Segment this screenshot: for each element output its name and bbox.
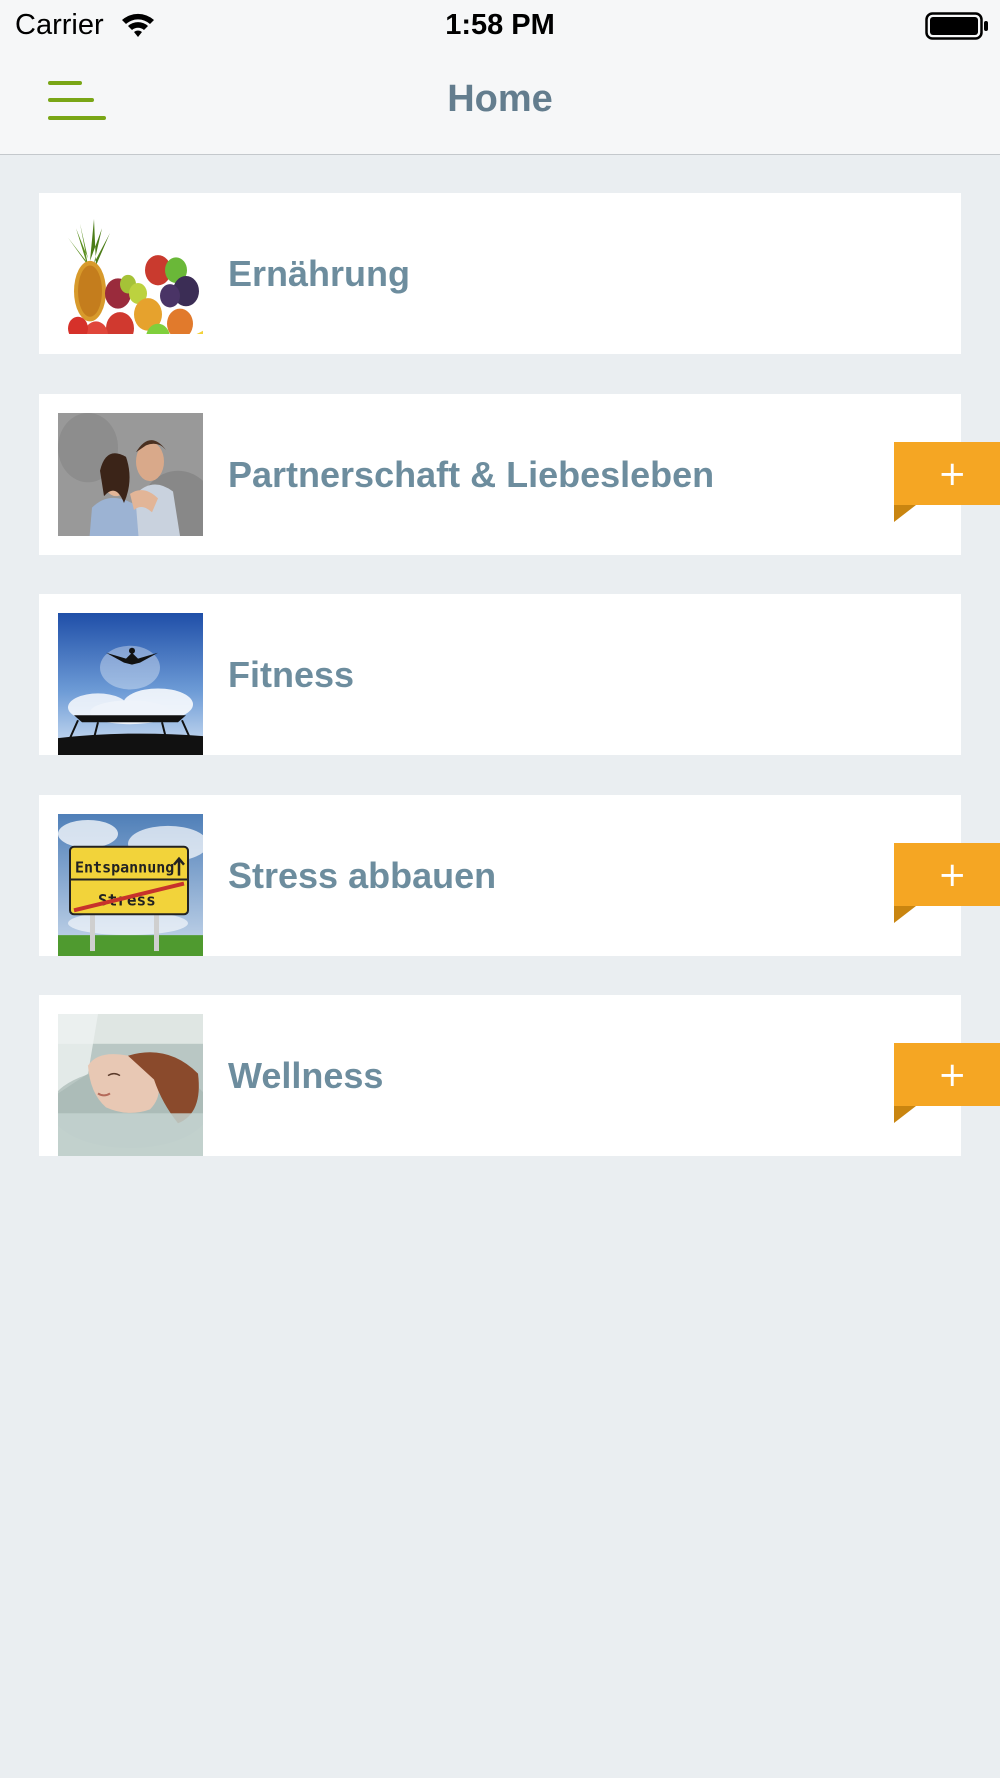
add-button[interactable]: +	[894, 828, 1000, 923]
battery-icon	[925, 12, 988, 40]
status-bar: Carrier 1:58 PM	[0, 0, 1000, 52]
svg-text:+: +	[938, 1055, 967, 1095]
bath-image	[58, 1014, 203, 1157]
stress-sign-image: Entspannung Stress	[58, 814, 203, 957]
category-card-wellness[interactable]: Wellness +	[39, 995, 1000, 1157]
category-label: Ernährung	[228, 253, 411, 294]
category-label: Partnerschaft & Liebesleben	[228, 454, 715, 495]
category-card-partnerschaft[interactable]: Partnerschaft & Liebesleben +	[39, 394, 1000, 555]
add-button[interactable]: +	[894, 1028, 1000, 1123]
status-time: 1:58 PM	[445, 9, 555, 41]
category-label: Wellness	[228, 1055, 384, 1096]
category-label: Fitness	[228, 654, 355, 695]
navigation-bar: Home	[0, 52, 1000, 155]
page-title: Home	[447, 78, 553, 120]
svg-text:Entspannung: Entspannung	[75, 859, 174, 877]
category-label: Stress abbauen	[228, 855, 497, 896]
add-button[interactable]: +	[894, 427, 1000, 522]
category-card-ernaehrung[interactable]: Ernährung	[39, 193, 961, 354]
fruit-image	[58, 212, 203, 334]
category-card-fitness[interactable]: Fitness	[39, 594, 961, 755]
svg-text:+: +	[938, 454, 967, 494]
trampoline-image	[58, 613, 203, 756]
category-card-stress[interactable]: Entspannung Stress Stress abbauen +	[39, 795, 1000, 957]
svg-text:+: +	[938, 855, 967, 895]
couple-image	[58, 413, 203, 536]
